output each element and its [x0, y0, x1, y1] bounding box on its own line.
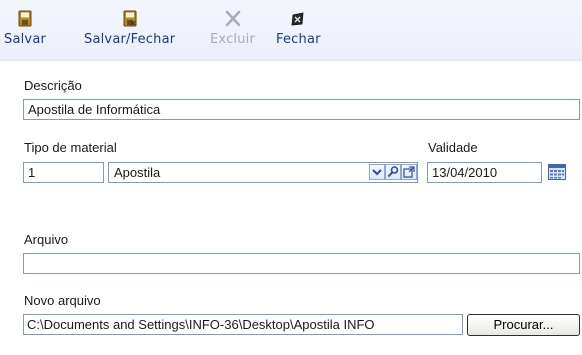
delete-button-label: Excluir	[210, 32, 256, 47]
dropdown-button[interactable]	[369, 164, 385, 180]
close-icon	[289, 9, 307, 29]
save-close-button-label: Salvar/Fechar	[84, 32, 176, 47]
file-label: Arquivo	[24, 232, 69, 247]
save-icon	[16, 9, 34, 29]
file-field[interactable]	[23, 253, 580, 274]
material-type-label: Tipo de material	[24, 140, 117, 155]
close-button[interactable]: Fechar	[276, 9, 321, 47]
validity-date-field[interactable]: 13/04/2010	[427, 162, 542, 183]
calendar-button[interactable]	[548, 164, 566, 183]
open-window-button[interactable]	[401, 164, 417, 180]
new-file-label: Novo arquivo	[24, 293, 101, 308]
new-file-path-field[interactable]: C:\Documents and Settings\INFO-36\Deskto…	[23, 314, 463, 335]
delete-icon	[224, 9, 242, 29]
validity-label: Validade	[428, 140, 478, 155]
search-button[interactable]	[385, 164, 401, 180]
save-button-label: Salvar	[4, 32, 47, 47]
material-type-name-text: Apostila	[114, 165, 161, 180]
close-button-label: Fechar	[276, 32, 321, 47]
save-close-icon	[121, 9, 139, 29]
description-label: Descrição	[24, 78, 82, 93]
delete-button[interactable]: Excluir	[210, 9, 255, 47]
open-window-icon	[402, 165, 416, 179]
material-type-code-field[interactable]: 1	[23, 162, 104, 183]
toolbar: Salvar Salvar/Fechar Excluir Fechar	[0, 0, 582, 61]
save-button[interactable]: Salvar	[4, 9, 46, 47]
description-field[interactable]: Apostila de Informática	[23, 99, 580, 120]
calendar-icon	[548, 164, 566, 183]
save-close-button[interactable]: Salvar/Fechar	[84, 9, 175, 47]
browse-button[interactable]: Procurar...	[467, 314, 580, 336]
chevron-down-icon	[370, 165, 384, 179]
search-icon	[386, 165, 400, 179]
